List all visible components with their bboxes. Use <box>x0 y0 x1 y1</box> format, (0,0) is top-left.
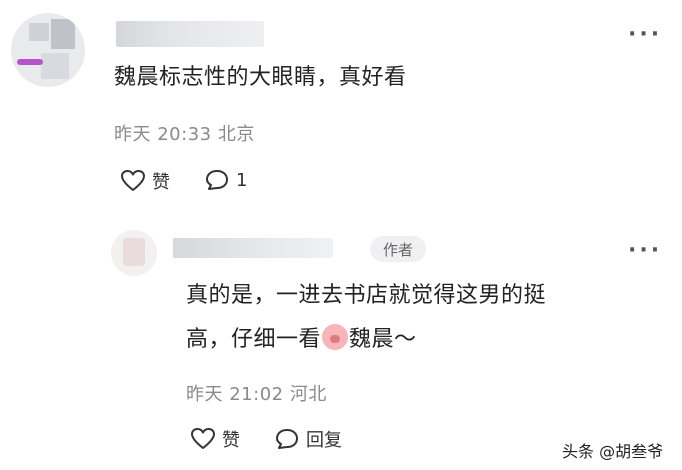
reply-text-line2-end: 魏晨～ <box>349 327 417 352</box>
reply-count: 1 <box>236 169 248 191</box>
comment-meta: 昨天 20:33 北京 <box>114 124 255 145</box>
reply-text-line1: 真的是，一进去书店就觉得这男的挺 <box>186 283 547 308</box>
reply-button[interactable]: 回复 <box>274 426 342 452</box>
like-label: 赞 <box>152 172 170 193</box>
reply-more-options-icon[interactable]: ··· <box>628 240 662 262</box>
comment-bubble-icon <box>276 429 298 449</box>
reply-meta: 昨天 21:02 河北 <box>186 384 327 405</box>
pig-emoji-icon <box>322 324 349 350</box>
author-avatar[interactable] <box>111 230 157 276</box>
watermark: 头条 @胡叁爷 <box>562 442 664 461</box>
heart-icon <box>121 170 145 191</box>
author-name-blurred[interactable] <box>173 238 333 258</box>
reply-like-label: 赞 <box>222 430 240 451</box>
like-button[interactable]: 赞 <box>120 168 170 194</box>
reply-text-line2: 高，仔细一看 魏晨～ <box>186 322 417 358</box>
commenter-avatar[interactable] <box>11 13 85 87</box>
comment-text: 魏晨标志性的大眼睛，真好看 <box>114 65 407 90</box>
more-options-icon[interactable]: ··· <box>628 24 662 46</box>
author-badge: 作者 <box>370 236 426 262</box>
reply-label: 回复 <box>306 430 342 451</box>
comment-bubble-icon <box>206 170 228 190</box>
commenter-name-blurred[interactable] <box>116 21 264 47</box>
reply-like-button[interactable]: 赞 <box>190 426 240 452</box>
reply-text-line2-start: 高，仔细一看 <box>186 327 322 352</box>
heart-icon <box>191 428 215 449</box>
reply-count-button[interactable]: 1 <box>204 168 247 192</box>
